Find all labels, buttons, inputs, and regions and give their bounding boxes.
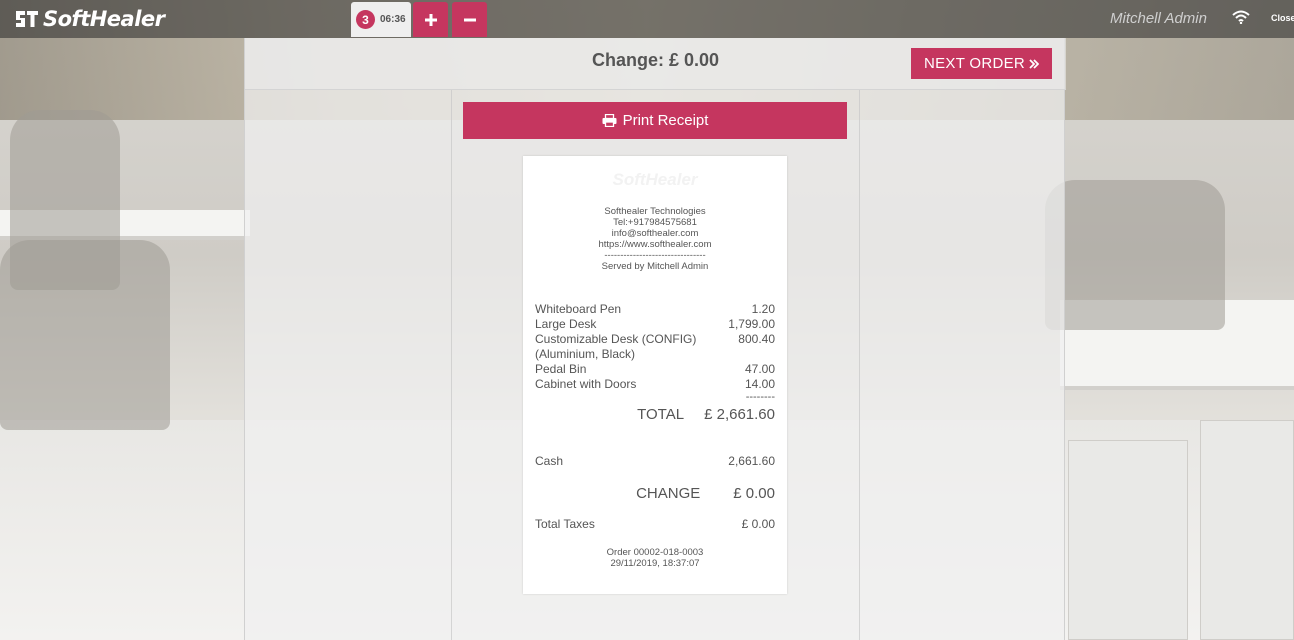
taxes-label: Total Taxes: [535, 517, 595, 531]
separator: --------------------------------: [604, 250, 706, 261]
line-name: Large Desk: [535, 317, 597, 331]
top-bar: SoftHealer 3 06:36 Mitchell Admin Close: [0, 0, 1294, 38]
taxes-row: Total Taxes £ 0.00: [535, 517, 775, 531]
line-price: 1,799.00: [728, 317, 775, 331]
company-website: https://www.softhealer.com: [598, 239, 712, 250]
logo-text: SoftHealer: [43, 7, 165, 31]
line-price: 1.20: [751, 302, 775, 316]
list-item: Whiteboard Pen 1.20: [535, 302, 775, 317]
print-receipt-label: Print Receipt: [622, 112, 709, 129]
minus-icon: [463, 18, 476, 21]
order-time: 06:36: [380, 14, 406, 25]
subtotal-separator: --------: [745, 391, 775, 403]
printer-icon: [602, 114, 617, 127]
receipt-footer: Order 00002-018-0003 29/11/2019, 18:37:0…: [523, 547, 787, 569]
receipt-top-bar: Change: £ 0.00 NEXT ORDER: [245, 38, 1066, 90]
user-name[interactable]: Mitchell Admin: [1110, 10, 1207, 27]
next-order-button[interactable]: NEXT ORDER: [911, 48, 1052, 79]
column-divider: [859, 90, 860, 640]
receipt-header: Softhealer Technologies Tel:+91798457568…: [523, 206, 787, 272]
taxes-value: £ 0.00: [741, 517, 775, 531]
served-by: Served by Mitchell Admin: [601, 261, 709, 272]
close-button[interactable]: Close: [1271, 13, 1294, 23]
add-order-button[interactable]: [413, 2, 448, 37]
total-label: TOTAL: [637, 406, 685, 423]
company-name: Softhealer Technologies: [604, 206, 706, 217]
order-tab[interactable]: 3 06:36: [351, 2, 411, 37]
double-chevron-right-icon: [1029, 58, 1040, 69]
line-name: Cabinet with Doors: [535, 377, 637, 391]
list-item: Large Desk 1,799.00: [535, 317, 775, 332]
list-item: Cabinet with Doors 14.00: [535, 377, 775, 392]
receipt-lines: Whiteboard Pen 1.20 Large Desk 1,799.00 …: [535, 302, 775, 403]
softhealer-logo: SoftHealer: [14, 6, 165, 32]
payment-method: Cash: [535, 454, 564, 468]
payment-row: Cash 2,661.60: [535, 454, 775, 468]
change-label: CHANGE: [636, 485, 701, 502]
receipt: SoftHealer Softhealer Technologies Tel:+…: [523, 156, 787, 594]
order-count-badge: 3: [356, 10, 375, 29]
total-row: TOTAL £ 2,661.60: [535, 406, 775, 423]
receipt-screen: Change: £ 0.00 NEXT ORDER Print Receipt …: [244, 38, 1066, 640]
line-price: 14.00: [744, 377, 775, 391]
plus-icon: [424, 13, 437, 26]
column-divider: [451, 90, 452, 640]
line-price: 47.00: [744, 362, 775, 376]
change-value: £ 0.00: [733, 485, 775, 502]
order-date: 29/11/2019, 18:37:07: [610, 558, 700, 569]
company-email: info@softhealer.com: [611, 228, 699, 239]
list-item: Customizable Desk (CONFIG) (Aluminium, B…: [535, 332, 775, 362]
order-reference: Order 00002-018-0003: [606, 547, 704, 558]
receipt-logo: SoftHealer: [612, 170, 698, 189]
list-item: Pedal Bin 47.00: [535, 362, 775, 377]
line-name: Whiteboard Pen: [535, 302, 622, 316]
remove-order-button[interactable]: [452, 2, 487, 37]
line-name: Pedal Bin: [535, 362, 587, 376]
print-receipt-button[interactable]: Print Receipt: [463, 102, 847, 139]
total-value: £ 2,661.60: [704, 406, 775, 423]
line-price: 800.40: [738, 332, 775, 346]
company-tel: Tel:+917984575681: [613, 217, 697, 228]
next-order-label: NEXT ORDER: [923, 55, 1026, 72]
line-name: Customizable Desk (CONFIG) (Aluminium, B…: [535, 332, 697, 361]
logo-mark-icon: [14, 7, 40, 31]
payment-amount: 2,661.60: [728, 454, 775, 468]
wifi-icon: [1232, 10, 1250, 29]
change-row: CHANGE £ 0.00: [535, 485, 775, 502]
